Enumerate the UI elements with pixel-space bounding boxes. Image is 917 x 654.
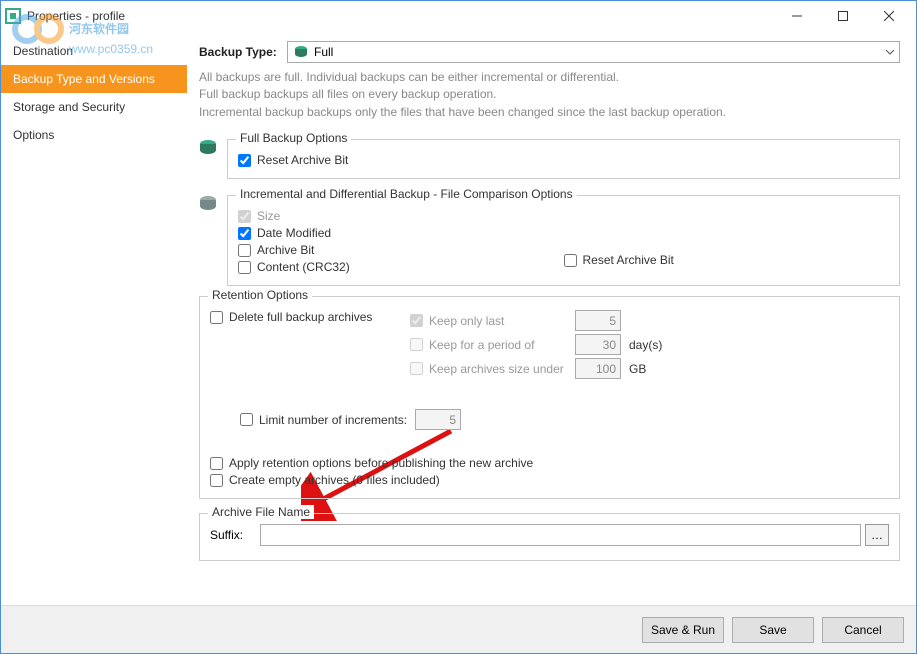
sidebar: Destination Backup Type and Versions Sto… (1, 31, 187, 605)
keep-only-last-value (575, 310, 621, 331)
backup-type-dropdown[interactable]: Full (287, 41, 900, 63)
keep-size-label: Keep archives size under (429, 362, 564, 376)
disk-icon (294, 45, 308, 59)
suffix-browse-button[interactable]: … (865, 524, 889, 546)
limit-increments-value (415, 409, 461, 430)
dialog-footer: Save & Run Save Cancel (1, 605, 916, 653)
create-empty-archives-checkbox[interactable]: Create empty archives (0 files included) (210, 473, 889, 487)
window-title: Properties - profile (27, 9, 774, 23)
close-button[interactable] (866, 1, 912, 31)
delete-full-archives-checkbox[interactable]: Delete full backup archives (210, 310, 410, 324)
save-button[interactable]: Save (732, 617, 814, 643)
save-run-button[interactable]: Save & Run (642, 617, 724, 643)
keep-period-label: Keep for a period of (429, 338, 534, 352)
archive-bit-checkbox[interactable]: Archive Bit (238, 243, 564, 257)
keep-size-unit: GB (629, 362, 646, 376)
help-text: All backups are full. Individual backups… (199, 69, 900, 121)
content-pane: Backup Type: Full All backups are full. … (187, 31, 916, 605)
group-legend: Incremental and Differential Backup - Fi… (236, 187, 577, 201)
checkbox-label: Size (257, 209, 280, 223)
checkbox-label: Limit number of increments: (259, 413, 407, 427)
titlebar: Properties - profile (1, 1, 916, 31)
apply-retention-before-checkbox[interactable]: Apply retention options before publishin… (210, 456, 889, 470)
keep-only-last-label: Keep only last (429, 314, 504, 328)
reset-archive-bit-checkbox[interactable]: Reset Archive Bit (238, 153, 889, 167)
date-modified-checkbox[interactable]: Date Modified (238, 226, 564, 240)
keep-period-value (575, 334, 621, 355)
disk-grey-icon (199, 195, 227, 286)
size-checkbox: Size (238, 209, 564, 223)
maximize-button[interactable] (820, 1, 866, 31)
checkbox-label: Apply retention options before publishin… (229, 456, 533, 470)
sidebar-item-destination[interactable]: Destination (1, 37, 187, 65)
group-legend: Full Backup Options (236, 131, 351, 145)
checkbox-label: Date Modified (257, 226, 331, 240)
sidebar-item-backup-type-versions[interactable]: Backup Type and Versions (1, 65, 187, 93)
disk-green-icon (199, 139, 227, 179)
incremental-options-group: Incremental and Differential Backup - Fi… (227, 195, 900, 286)
group-legend: Archive File Name (208, 505, 314, 519)
checkbox-label: Delete full backup archives (229, 310, 372, 324)
checkbox-label: Content (CRC32) (257, 260, 350, 274)
chevron-down-icon (885, 46, 895, 60)
ellipsis-icon: … (871, 528, 883, 542)
help-line: All backups are full. Individual backups… (199, 69, 900, 86)
help-line: Full backup backups all files on every b… (199, 86, 900, 103)
reset-archive-bit-inc-checkbox[interactable]: Reset Archive Bit (564, 253, 890, 267)
help-line: Incremental backup backups only the file… (199, 104, 900, 121)
keep-size-value (575, 358, 621, 379)
button-label: Cancel (844, 623, 881, 637)
suffix-label: Suffix: (210, 528, 260, 542)
checkbox-label: Reset Archive Bit (257, 153, 348, 167)
full-backup-options-group: Full Backup Options Reset Archive Bit (227, 139, 900, 179)
backup-type-label: Backup Type: (199, 45, 287, 59)
keep-period-unit: day(s) (629, 338, 662, 352)
button-label: Save (759, 623, 786, 637)
minimize-button[interactable] (774, 1, 820, 31)
checkbox-label: Archive Bit (257, 243, 314, 257)
suffix-input[interactable] (260, 524, 861, 546)
backup-type-value: Full (314, 45, 333, 59)
checkbox-label: Reset Archive Bit (583, 253, 674, 267)
app-icon (5, 8, 21, 24)
sidebar-item-options[interactable]: Options (1, 121, 187, 149)
group-legend: Retention Options (208, 288, 312, 302)
limit-increments-checkbox[interactable]: Limit number of increments: (240, 413, 407, 427)
archive-filename-group: Archive File Name Suffix: … (199, 513, 900, 561)
checkbox-label: Create empty archives (0 files included) (229, 473, 440, 487)
cancel-button[interactable]: Cancel (822, 617, 904, 643)
retention-options-group: Retention Options Delete full backup arc… (199, 296, 900, 499)
sidebar-item-storage-security[interactable]: Storage and Security (1, 93, 187, 121)
content-crc-checkbox[interactable]: Content (CRC32) (238, 260, 564, 274)
button-label: Save & Run (651, 623, 715, 637)
